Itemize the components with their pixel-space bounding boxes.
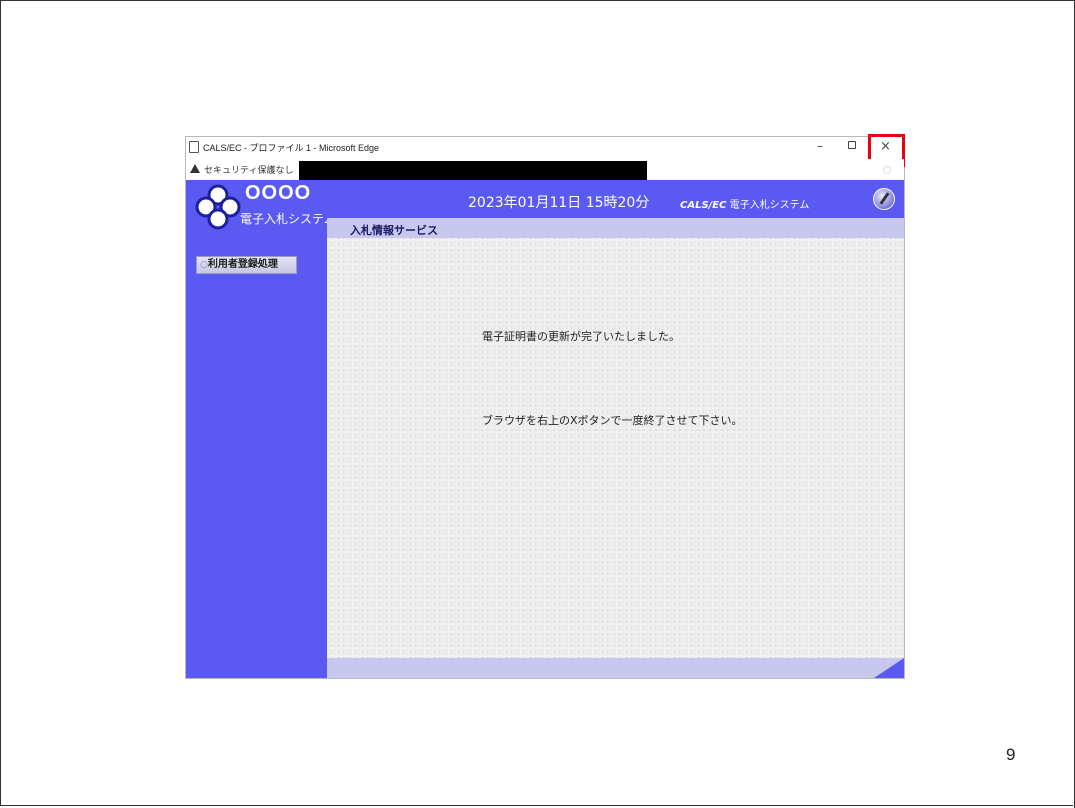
window-title: CALS/EC - プロファイル 1 - Microsoft Edge bbox=[203, 143, 380, 153]
header: 2023年01月11日 15時20分 CALS/EC 電子入札システム bbox=[327, 180, 904, 218]
minimize-button[interactable]: – bbox=[817, 139, 823, 153]
service-bar: 入札情報サービス bbox=[327, 218, 904, 238]
menu-item-label: 利用者登録処理 bbox=[207, 259, 278, 270]
security-status[interactable]: セキュリティ保護なし bbox=[204, 163, 293, 176]
warning-icon bbox=[190, 164, 200, 173]
title-bar: CALS/EC - プロファイル 1 - Microsoft Edge – × bbox=[186, 134, 905, 167]
url-field[interactable] bbox=[299, 161, 647, 180]
cals-prefix: CALS/EC bbox=[680, 200, 727, 211]
page-number: 9 bbox=[1006, 745, 1016, 764]
address-bar: セキュリティ保護なし bbox=[186, 159, 904, 180]
system-name: 電子入札システム bbox=[240, 212, 336, 226]
help-icon[interactable] bbox=[873, 188, 895, 210]
browser-window: CALS/EC - プロファイル 1 - Microsoft Edge – × … bbox=[185, 134, 905, 679]
app-content: OOOO 電子入札システム ○利用者登録処理 2023年01月11日 15時20… bbox=[186, 180, 904, 678]
cals-suffix: 電子入札システム bbox=[729, 200, 810, 211]
renewal-complete-message: 電子証明書の更新が完了いたしました。 bbox=[482, 330, 680, 343]
maximize-button[interactable] bbox=[848, 141, 856, 149]
footer-corner bbox=[874, 658, 904, 678]
menu-bullet-icon: ○ bbox=[200, 260, 208, 270]
address-bar-icon[interactable] bbox=[883, 166, 891, 174]
logo-area: OOOO 電子入札システム bbox=[186, 180, 336, 238]
footer-bar bbox=[327, 658, 904, 678]
sidebar: OOOO 電子入札システム ○利用者登録処理 bbox=[186, 180, 336, 678]
page-icon bbox=[189, 141, 199, 153]
tab-bid-info-service[interactable]: 入札情報サービス bbox=[350, 222, 438, 238]
menu-item-user-registration[interactable]: ○利用者登録処理 bbox=[196, 256, 297, 274]
close-instruction-message: ブラウザを右上のXボタンで一度終了させて下さい。 bbox=[482, 414, 743, 427]
cals-label: CALS/EC 電子入札システム bbox=[680, 196, 809, 211]
datetime: 2023年01月11日 15時20分 bbox=[468, 195, 650, 211]
main-panel: 電子証明書の更新が完了いたしました。 ブラウザを右上のXボタンで一度終了させて下… bbox=[327, 238, 904, 658]
org-name: OOOO bbox=[245, 182, 312, 204]
logo-icon bbox=[195, 184, 241, 230]
